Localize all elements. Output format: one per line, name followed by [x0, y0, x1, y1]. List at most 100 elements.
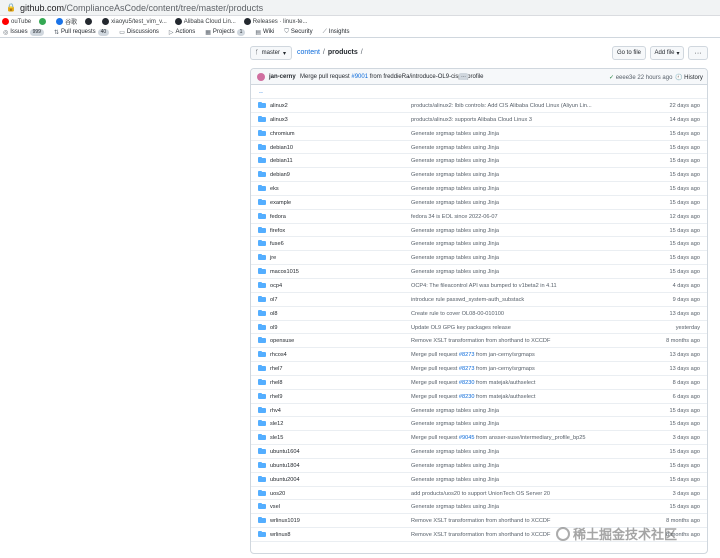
file-name-link[interactable]: ol8 [270, 311, 277, 317]
file-name-link[interactable]: firefox [270, 228, 285, 234]
breadcrumb-repo-link[interactable]: content [297, 49, 320, 56]
file-name-link[interactable]: rhv4 [270, 408, 281, 414]
commit-message-link[interactable]: fedora 34 is EOL since 2022-06-07 [411, 214, 601, 220]
commit-message-link[interactable]: Merge pull request #8230 from matejak/au… [411, 380, 601, 386]
commit-age: 15 days ago [669, 158, 700, 165]
bookmark-item[interactable] [39, 18, 48, 25]
commit-pr-link[interactable]: #8230 [459, 394, 475, 400]
file-name-link[interactable]: wrlinux8 [270, 532, 291, 538]
file-name-link[interactable]: ubuntu1604 [270, 449, 300, 455]
commit-message-link[interactable]: introduce rule passwd_system-auth_substa… [411, 297, 601, 303]
file-name-link[interactable]: eks [270, 186, 279, 192]
file-name-link[interactable]: ubuntu1804 [270, 463, 300, 469]
commit-message-link[interactable]: Generate srgmap tables using Jinja [411, 408, 601, 414]
commit-pr-link[interactable]: #8273 [459, 366, 475, 372]
commit-message-link[interactable]: Generate srgmap tables using Jinja [411, 131, 601, 137]
bookmark-item[interactable]: xiaoyu5/test_vim_v... [102, 18, 167, 25]
file-name-link[interactable]: debian11 [270, 158, 293, 164]
file-name-link[interactable]: sle12 [270, 421, 283, 427]
file-name-link[interactable]: jre [270, 255, 276, 261]
history-link[interactable]: 🕘 History [675, 74, 703, 81]
file-name-link[interactable]: rhel7 [270, 366, 282, 372]
commit-message-link[interactable]: Create rule to cover OL08-00-010100 [411, 311, 601, 317]
commit-message-link[interactable]: products/alinux3: supports Alibaba Cloud… [411, 117, 601, 123]
bookmark-item[interactable]: ouTube [2, 18, 31, 25]
tab-insights[interactable]: ⟋ Insights [323, 29, 350, 36]
commit-message-link[interactable]: Generate srgmap tables using Jinja [411, 421, 601, 427]
commit-message-link[interactable]: Generate srgmap tables using Jinja [411, 463, 601, 469]
file-name-link[interactable]: ol7 [270, 297, 277, 303]
commit-message-link[interactable]: Merge pull request #8230 from matejak/au… [411, 394, 601, 400]
commit-message-link[interactable]: Merge pull request #9045 from ansser-sus… [411, 435, 601, 441]
file-name-link[interactable]: rhcos4 [270, 352, 287, 358]
avatar[interactable] [257, 73, 265, 81]
file-name-link[interactable]: example [270, 200, 291, 206]
commit-author[interactable]: jan-cerny [269, 74, 296, 80]
commit-pr-link[interactable]: #8230 [459, 380, 475, 386]
file-name-link[interactable]: rhel8 [270, 380, 282, 386]
commit-message-link[interactable]: OCP4: The fileacontrol API was bumped to… [411, 283, 601, 289]
file-name-link[interactable]: vsel [270, 504, 280, 510]
bookmark-item[interactable]: Alibaba Cloud Lin... [174, 18, 236, 25]
commit-message[interactable]: Merge pull request #9001 from freddieRa/… [300, 74, 483, 80]
tab-pull-requests[interactable]: ⇅ Pull requests 40 [54, 28, 110, 36]
commit-pr-link[interactable]: #9045 [459, 435, 475, 441]
file-name-link[interactable]: alinux3 [270, 117, 288, 123]
add-file-button[interactable]: Add file ▾ [650, 46, 684, 60]
commit-message-link[interactable]: Generate srgmap tables using Jinja [411, 172, 601, 178]
tab-label: Pull requests [60, 29, 96, 35]
commit-message-link[interactable]: Generate srgmap tables using Jinja [411, 449, 601, 455]
tab-discussions[interactable]: ▭ Discussions [119, 29, 159, 36]
bookmark-item[interactable] [85, 18, 94, 25]
go-to-file-button[interactable]: Go to file [612, 46, 646, 60]
commit-message-link[interactable]: Merge pull request #8273 from jan-cerny/… [411, 352, 601, 358]
commit-pr-link[interactable]: #9001 [351, 74, 368, 80]
commit-message-link[interactable]: Generate srgmap tables using Jinja [411, 158, 601, 164]
file-name-link[interactable]: opensuse [270, 338, 294, 344]
commit-sha[interactable]: eeee3e [616, 75, 636, 81]
commit-message-link[interactable]: Update OL9 GPG key packages release [411, 325, 601, 331]
parent-directory-link[interactable]: .. [251, 85, 707, 99]
check-icon: ✓ [609, 75, 615, 81]
tab-issues[interactable]: ◎ Issues 999 [3, 28, 44, 36]
commit-message-link[interactable]: Remove XSLT transformation from shorthan… [411, 338, 601, 344]
file-name-link[interactable]: debian10 [270, 145, 293, 151]
file-name-link[interactable]: fuse6 [270, 241, 284, 247]
file-name-link[interactable]: ocp4 [270, 283, 282, 289]
commit-expand-button[interactable]: … [459, 73, 468, 80]
tab-projects[interactable]: ▦ Projects 1 [205, 28, 246, 36]
commit-message-link[interactable]: Generate srgmap tables using Jinja [411, 255, 601, 261]
file-name-link[interactable]: macos1015 [270, 269, 299, 275]
branch-selector[interactable]: ᚴ master ▾ [250, 46, 292, 60]
file-name-link[interactable]: debian9 [270, 172, 290, 178]
file-name-link[interactable]: uos20 [270, 491, 285, 497]
commit-message-link[interactable]: Generate srgmap tables using Jinja [411, 269, 601, 275]
bookmarks-bar: ouTube 谷歌 xiaoyu5/test_vim_v... Alibaba Clo… [0, 16, 720, 27]
file-name-link[interactable]: sle15 [270, 435, 283, 441]
commit-message-link[interactable]: Generate srgmap tables using Jinja [411, 228, 601, 234]
commit-message-link[interactable]: Generate srgmap tables using Jinja [411, 145, 601, 151]
more-options-button[interactable]: ··· [688, 46, 708, 60]
bookmark-item[interactable]: 谷歌 [56, 17, 77, 26]
commit-message-link[interactable]: add products/uos20 to support UnionTech … [411, 491, 601, 497]
tab-security[interactable]: ⛉ Security [284, 29, 312, 36]
file-name-link[interactable]: ubuntu2004 [270, 477, 300, 483]
file-name-link[interactable]: ol9 [270, 325, 277, 331]
commit-message-link[interactable]: Generate srgmap tables using Jinja [411, 200, 601, 206]
commit-pr-link[interactable]: #8273 [459, 352, 475, 358]
bookmark-item[interactable]: Releases · linux-te... [243, 18, 308, 25]
file-name-link[interactable]: rhel9 [270, 394, 282, 400]
address-bar[interactable]: 🔒 github.com /ComplianceAsCode/content/t… [0, 0, 720, 16]
file-name-link[interactable]: fedora [270, 214, 286, 220]
commit-message-link[interactable]: Generate srgmap tables using Jinja [411, 241, 601, 247]
commit-message-link[interactable]: Merge pull request #8273 from jan-cerny/… [411, 366, 601, 372]
commit-message-link[interactable]: Generate srgmap tables using Jinja [411, 186, 601, 192]
commit-message-link[interactable]: Generate srgmap tables using Jinja [411, 477, 601, 483]
file-name-link[interactable]: alinux2 [270, 103, 288, 109]
file-name-link[interactable]: wrlinux1019 [270, 518, 300, 524]
commit-message-link[interactable]: Generate srgmap tables using Jinja [411, 504, 601, 510]
tab-actions[interactable]: ▷ Actions [169, 29, 195, 36]
commit-message-link[interactable]: products/alinux2: lbib controls: Add CIS… [411, 103, 601, 109]
file-name-link[interactable]: chromium [270, 131, 295, 137]
tab-wiki[interactable]: ▤ Wiki [255, 29, 274, 36]
